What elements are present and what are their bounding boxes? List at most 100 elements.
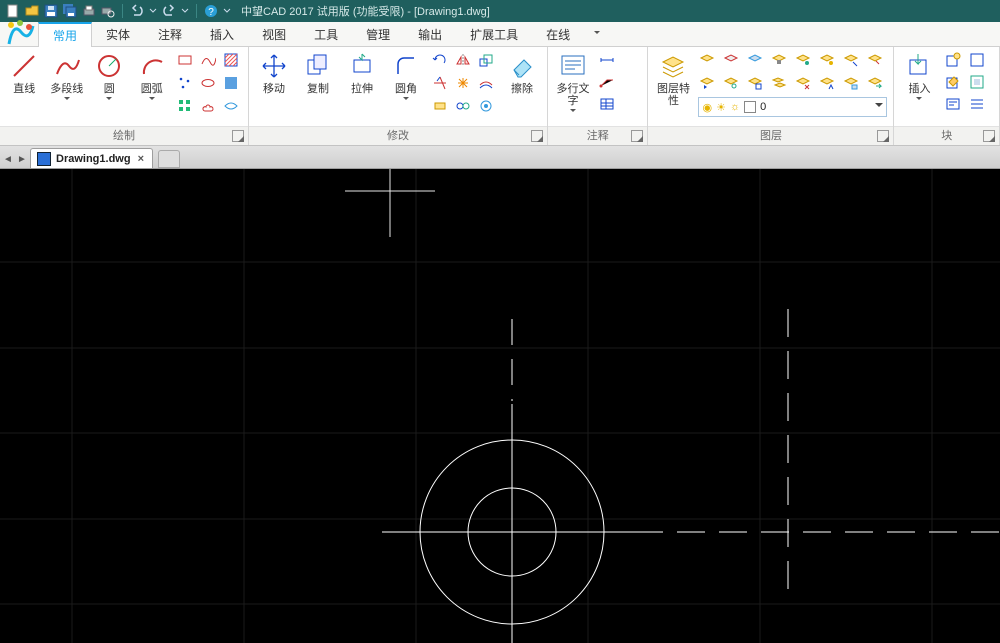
ribbon: 直线 多段线 圆 圆弧 — [0, 47, 1000, 146]
gradient-icon[interactable] — [222, 74, 240, 92]
bedit-icon[interactable] — [968, 73, 986, 91]
battman-icon[interactable] — [968, 95, 986, 113]
break-icon[interactable] — [431, 97, 449, 115]
dimension-icon[interactable] — [598, 51, 616, 69]
layer-cur-icon[interactable] — [818, 74, 836, 92]
title-bar: ? 中望CAD 2017 试用版 (功能受限) - [Drawing1.dwg] — [0, 0, 1000, 22]
fillet-button[interactable]: 圆角 — [387, 51, 425, 103]
mtext-button[interactable]: 多行文字 — [554, 51, 592, 115]
quick-access-toolbar: ? — [0, 4, 237, 18]
new-tab-button[interactable] — [158, 150, 180, 168]
insert-icon — [904, 51, 934, 81]
panel-label: 注释 — [587, 130, 609, 142]
circle-button[interactable]: 圆 — [91, 51, 128, 103]
current-layer-dropdown[interactable]: ◉ ☀ ☼ 0 — [698, 97, 887, 117]
print-icon[interactable] — [82, 4, 96, 18]
saveall-icon[interactable] — [63, 4, 77, 18]
hatch-icon[interactable] — [222, 51, 240, 69]
points-icon[interactable] — [176, 74, 194, 92]
layer-copy-icon[interactable] — [842, 74, 860, 92]
redo-icon[interactable] — [162, 4, 176, 18]
layer-merge-icon[interactable] — [770, 74, 788, 92]
layer-on-icon[interactable] — [794, 51, 812, 69]
chevron-down-icon[interactable] — [181, 4, 189, 18]
tab-ext[interactable]: 扩展工具 — [456, 22, 532, 46]
edit-block-icon[interactable] — [944, 73, 962, 91]
new-icon[interactable] — [6, 4, 20, 18]
panel-annotate: 多行文字 注释 — [548, 47, 648, 145]
tab-scroll-right[interactable]: ► — [16, 150, 28, 168]
save-icon[interactable] — [44, 4, 58, 18]
tab-view[interactable]: 视图 — [248, 22, 300, 46]
rotate-icon[interactable] — [431, 51, 449, 69]
mirror-icon[interactable] — [454, 51, 472, 69]
region-icon[interactable] — [222, 97, 240, 115]
tab-common[interactable]: 常用 — [38, 22, 92, 47]
layer-change-icon[interactable] — [866, 74, 884, 92]
panel-expand-icon[interactable] — [232, 130, 244, 142]
rectangle-icon[interactable] — [176, 51, 194, 69]
print-preview-icon[interactable] — [101, 4, 115, 18]
layer-off-icon[interactable] — [722, 51, 740, 69]
move-button[interactable]: 移动 — [255, 51, 293, 95]
draw-tools-grid — [176, 51, 242, 117]
tab-online[interactable]: 在线 — [532, 22, 584, 46]
tab-scroll-left[interactable]: ◄ — [2, 150, 14, 168]
attribute-icon[interactable] — [944, 95, 962, 113]
layer-del-icon[interactable] — [794, 74, 812, 92]
layer-state-icon[interactable] — [746, 74, 764, 92]
layer-walk-icon[interactable] — [722, 74, 740, 92]
join-icon[interactable] — [454, 97, 472, 115]
document-tab-bar: ◄ ► Drawing1.dwg × — [0, 146, 1000, 169]
panel-expand-icon[interactable] — [877, 130, 889, 142]
chevron-down-icon[interactable] — [223, 4, 231, 18]
array-icon[interactable] — [176, 97, 194, 115]
line-button[interactable]: 直线 — [6, 51, 43, 95]
create-block-icon[interactable] — [944, 51, 962, 69]
layer-iso-icon[interactable] — [698, 51, 716, 69]
tab-annotate[interactable]: 注释 — [144, 22, 196, 46]
insert-block-button[interactable]: 插入 — [900, 51, 938, 103]
copy-button[interactable]: 复制 — [299, 51, 337, 95]
layer-unlock-icon[interactable] — [842, 51, 860, 69]
align-icon[interactable] — [477, 97, 495, 115]
wblock-icon[interactable] — [968, 51, 986, 69]
spline-icon[interactable] — [199, 51, 217, 69]
tab-tools[interactable]: 工具 — [300, 22, 352, 46]
layer-lock-icon[interactable] — [770, 51, 788, 69]
revcloud-icon[interactable] — [199, 97, 217, 115]
panel-expand-icon[interactable] — [983, 130, 995, 142]
offset-icon[interactable] — [477, 74, 495, 92]
tab-manage[interactable]: 管理 — [352, 22, 404, 46]
ellipse-icon[interactable] — [199, 74, 217, 92]
panel-expand-icon[interactable] — [531, 130, 543, 142]
app-menu-button[interactable] — [0, 22, 38, 46]
help-icon[interactable]: ? — [204, 4, 218, 18]
tab-insert[interactable]: 插入 — [196, 22, 248, 46]
layer-match-icon[interactable] — [866, 51, 884, 69]
tab-solid[interactable]: 实体 — [92, 22, 144, 46]
layer-freeze-icon[interactable] — [746, 51, 764, 69]
panel-expand-icon[interactable] — [631, 130, 643, 142]
layer-thaw-icon[interactable] — [818, 51, 836, 69]
scale-icon[interactable] — [477, 51, 495, 69]
leader-icon[interactable] — [598, 73, 616, 91]
drawing-canvas[interactable] — [0, 169, 1000, 643]
layer-properties-button[interactable]: 图层特性 — [654, 51, 692, 107]
explode-icon[interactable] — [454, 74, 472, 92]
stretch-button[interactable]: 拉伸 — [343, 51, 381, 95]
tab-output[interactable]: 输出 — [404, 22, 456, 46]
open-icon[interactable] — [25, 4, 39, 18]
layer-tools-grid: ◉ ☀ ☼ 0 — [698, 51, 887, 117]
trim-icon[interactable] — [431, 74, 449, 92]
layer-prev-icon[interactable] — [698, 74, 716, 92]
polyline-button[interactable]: 多段线 — [49, 51, 86, 103]
tabs-overflow[interactable] — [584, 22, 606, 46]
document-tab[interactable]: Drawing1.dwg × — [30, 148, 153, 168]
undo-icon[interactable] — [130, 4, 144, 18]
chevron-down-icon[interactable] — [149, 4, 157, 18]
arc-button[interactable]: 圆弧 — [134, 51, 171, 103]
erase-button[interactable]: 擦除 — [503, 51, 541, 95]
table-icon[interactable] — [598, 95, 616, 113]
close-tab-button[interactable]: × — [136, 153, 146, 165]
